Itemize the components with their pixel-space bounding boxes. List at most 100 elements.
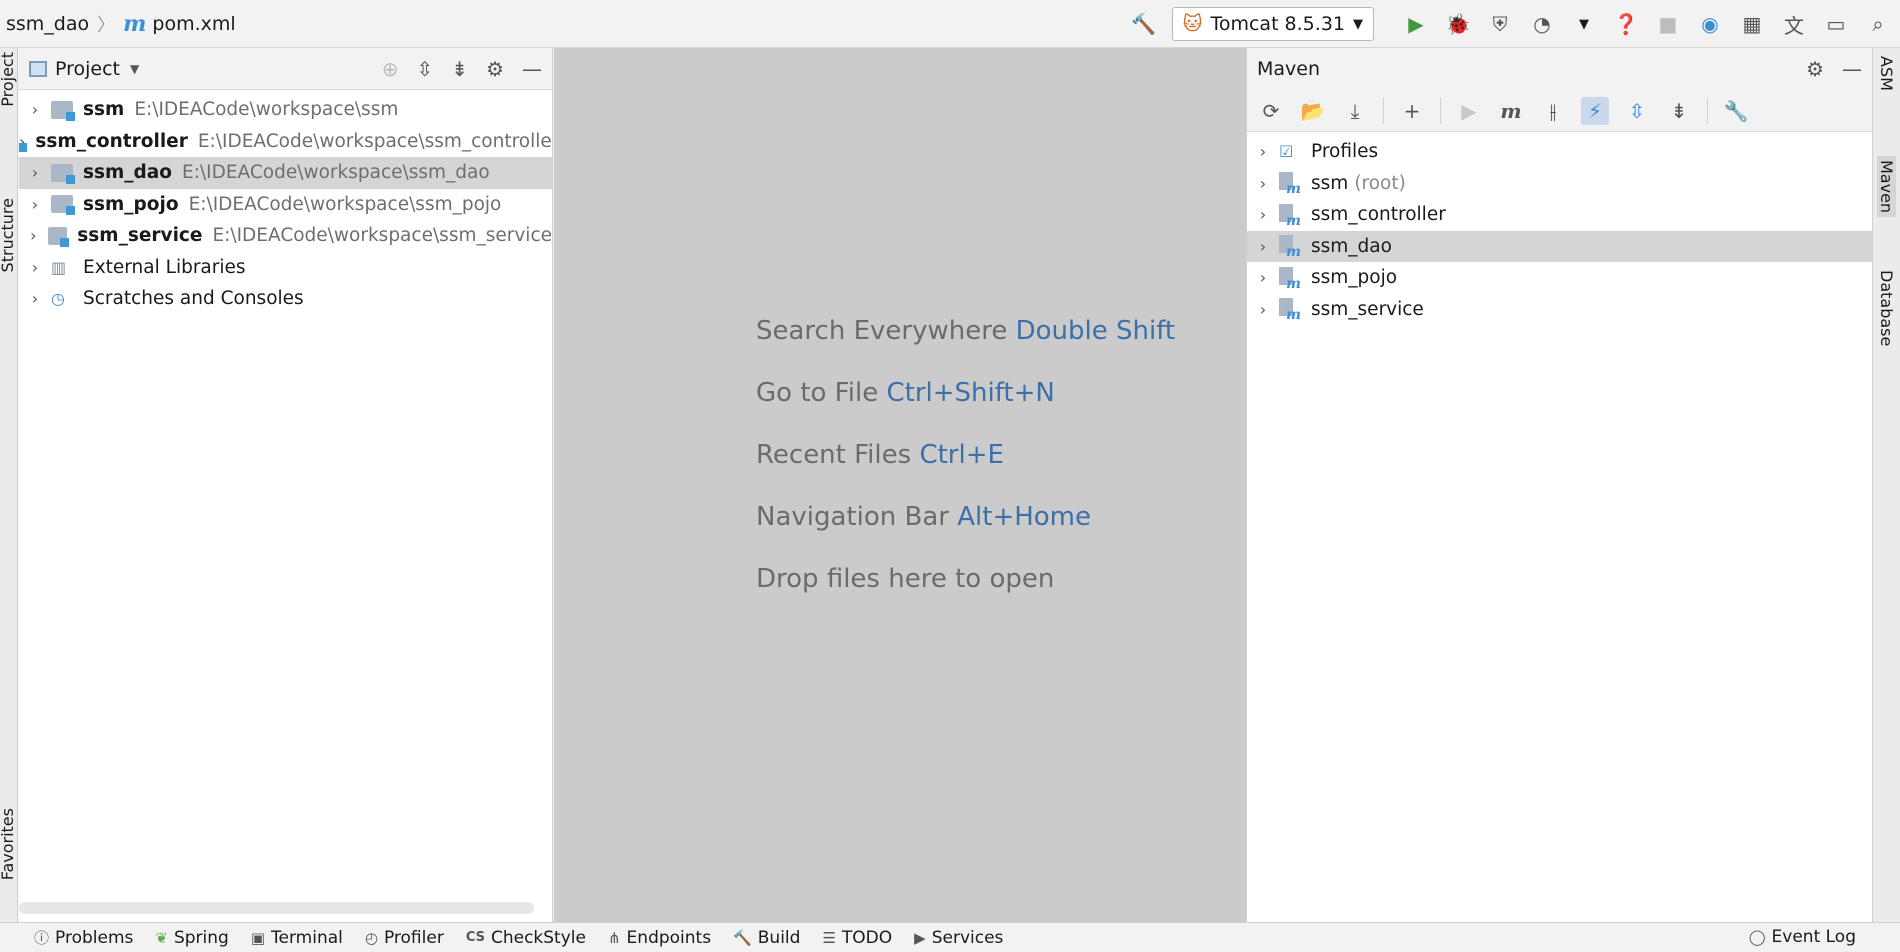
chevron-right-icon[interactable]: › [19, 258, 51, 277]
hint-recent-files: Recent Files Ctrl+E [756, 440, 1175, 470]
search-icon[interactable]: ⌕ [1864, 10, 1892, 38]
tree-row-external-libraries[interactable]: › ▥ External Libraries [19, 252, 552, 284]
maven-row-ssm-pojo[interactable]: › m ssm_pojo [1247, 262, 1872, 294]
gear-icon[interactable]: ⚙ [1806, 57, 1824, 81]
tab-label: Spring [173, 927, 229, 948]
maven-row-ssm-controller[interactable]: › m ssm_controller [1247, 199, 1872, 231]
chevron-right-icon[interactable]: › [19, 100, 51, 119]
minimize-icon[interactable]: — [1842, 57, 1862, 81]
tab-terminal[interactable]: ▣ Terminal [251, 928, 343, 948]
offline-mode-icon[interactable]: ⚡ [1581, 96, 1609, 125]
tab-todo[interactable]: ☰ TODO [822, 928, 892, 948]
tree-row-ssm-service[interactable]: › ssm_service E:\IDEACode\workspace\ssm_… [19, 220, 552, 252]
event-log-icon: ◯ [1748, 928, 1766, 946]
tab-project[interactable]: Project [0, 52, 17, 107]
wrench-icon[interactable]: 🔧 [1722, 97, 1750, 125]
tree-row-scratches[interactable]: › ◷ Scratches and Consoles [19, 283, 552, 315]
expand-all-icon[interactable]: ⇳ [417, 57, 434, 81]
collapse-all-icon[interactable]: ⇟ [451, 57, 468, 81]
tab-asm[interactable]: ASM [1877, 56, 1896, 91]
execute-goal-icon[interactable]: m [1497, 97, 1525, 125]
maven-module-icon: m [1279, 172, 1301, 197]
help-icon[interactable]: ❓ [1612, 10, 1640, 38]
chevron-right-icon[interactable]: › [19, 163, 51, 182]
tab-checkstyle[interactable]: CS CheckStyle [466, 928, 586, 948]
chevron-right-icon[interactable]: › [1247, 300, 1279, 319]
locate-target-icon[interactable]: ⊕ [382, 57, 399, 81]
more-run-chevron-icon[interactable]: ▼ [1570, 10, 1598, 38]
tree-row-ssm[interactable]: › ssm E:\IDEACode\workspace\ssm [19, 94, 552, 126]
maven-row-ssm[interactable]: › m ssm (root) [1247, 168, 1872, 200]
chevron-right-icon[interactable]: › [1247, 174, 1279, 193]
run-configuration-label: Tomcat 8.5.31 [1210, 13, 1345, 35]
chevron-right-icon[interactable]: › [1247, 205, 1279, 224]
tab-problems[interactable]: ⓘ Problems [34, 927, 133, 948]
breadcrumb-project[interactable]: ssm_dao [6, 13, 89, 35]
chevron-right-icon[interactable]: › [1247, 237, 1279, 256]
run-icon[interactable]: ▶ [1402, 10, 1430, 38]
run-icon[interactable]: ▶ [1455, 97, 1483, 125]
chevron-right-icon[interactable]: › [19, 195, 51, 214]
gear-icon[interactable]: ⚙ [486, 57, 504, 81]
tab-favorites[interactable]: Favorites [0, 808, 17, 880]
hint-text: Search Everywhere [756, 316, 1008, 346]
tab-structure[interactable]: Structure [0, 198, 17, 272]
main-toolbar: 🔨 🐱 Tomcat 8.5.31 ▼ ▶ 🐞 ⛨ ◔ ▼ ❓ ■ ◉ ▦ 文 … [1130, 0, 1900, 48]
chevron-right-icon[interactable]: › [19, 226, 48, 245]
project-panel-title[interactable]: Project [55, 58, 120, 80]
chevron-right-icon[interactable]: › [1247, 142, 1279, 161]
maven-row-ssm-service[interactable]: › m ssm_service [1247, 294, 1872, 326]
project-structure-icon[interactable]: ▦ [1738, 10, 1766, 38]
module-folder-icon [51, 195, 75, 216]
run-configuration-select[interactable]: 🐱 Tomcat 8.5.31 ▼ [1171, 7, 1374, 41]
coverage-icon[interactable]: ⛨ [1486, 10, 1514, 38]
module-path: E:\IDEACode\workspace\ssm_dao [182, 162, 490, 184]
endpoints-icon: ⋔ [607, 928, 621, 947]
reload-icon[interactable]: ⟳ [1257, 97, 1285, 125]
breadcrumb-file[interactable]: pom.xml [152, 13, 235, 35]
tab-services[interactable]: ▶ Services [914, 928, 1003, 948]
maven-row-ssm-dao[interactable]: › m ssm_dao [1247, 230, 1872, 262]
tab-label: TODO [841, 927, 893, 948]
update-icon[interactable]: ◉ [1696, 10, 1724, 38]
module-folder-icon [51, 163, 75, 184]
chevron-right-icon[interactable]: › [19, 289, 51, 308]
tab-event-log[interactable]: ◯ Event Log [1749, 927, 1856, 947]
expand-all-icon[interactable]: ⇳ [1623, 97, 1651, 125]
tab-build[interactable]: 🔨 Build [733, 928, 800, 948]
horizontal-scrollbar[interactable] [19, 902, 534, 914]
checkstyle-icon: CS [465, 930, 485, 945]
tab-spring[interactable]: ❦ Spring [155, 928, 228, 948]
breadcrumb: ssm_dao 〉 m pom.xml [0, 11, 236, 37]
collapse-all-icon[interactable]: ⇟ [1665, 97, 1693, 125]
debug-icon[interactable]: 🐞 [1444, 10, 1472, 38]
build-hammer-icon[interactable]: 🔨 [1130, 10, 1158, 38]
download-icon[interactable]: ⤓ [1341, 97, 1369, 125]
tree-row-ssm-controller[interactable]: › ssm_controller E:\IDEACode\workspace\s… [19, 126, 552, 158]
profile-icon[interactable]: ◔ [1528, 10, 1556, 38]
chevron-down-icon[interactable]: ▼ [130, 62, 139, 76]
minimize-icon[interactable]: — [522, 57, 542, 81]
generate-sources-icon[interactable]: 📂 [1299, 97, 1327, 125]
maven-panel-title[interactable]: Maven [1257, 58, 1320, 80]
stop-icon[interactable]: ■ [1654, 10, 1682, 38]
tree-row-ssm-pojo[interactable]: › ssm_pojo E:\IDEACode\workspace\ssm_poj… [19, 189, 552, 221]
tab-maven[interactable]: Maven [1877, 156, 1896, 218]
module-path: E:\IDEACode\workspace\ssm_pojo [188, 193, 502, 215]
translate-icon[interactable]: 文 [1780, 10, 1808, 38]
toggle-skip-tests-icon[interactable]: ⫲ [1539, 97, 1567, 125]
terminal-window-icon[interactable]: ▭ [1822, 10, 1850, 38]
maven-panel-header: Maven ⚙ — [1247, 48, 1872, 90]
tree-row-ssm-dao[interactable]: › ssm_dao E:\IDEACode\workspace\ssm_dao [19, 157, 552, 189]
add-icon[interactable]: + [1398, 97, 1426, 125]
maven-row-profiles[interactable]: › ☑ Profiles [1247, 136, 1872, 168]
tab-database[interactable]: Database [1877, 270, 1896, 346]
scratches-icon: ◷ [51, 289, 65, 309]
maven-item-label: Profiles [1311, 141, 1379, 163]
left-tool-strip: Project Structure Favorites [0, 48, 18, 922]
chevron-right-icon[interactable]: › [1247, 268, 1279, 287]
module-path: E:\IDEACode\workspace\ssm [134, 99, 399, 121]
editor-empty-area[interactable]: Search Everywhere Double Shift Go to Fil… [554, 48, 1246, 922]
tab-endpoints[interactable]: ⋔ Endpoints [608, 928, 711, 948]
tab-profiler[interactable]: ◴ Profiler [365, 928, 444, 948]
